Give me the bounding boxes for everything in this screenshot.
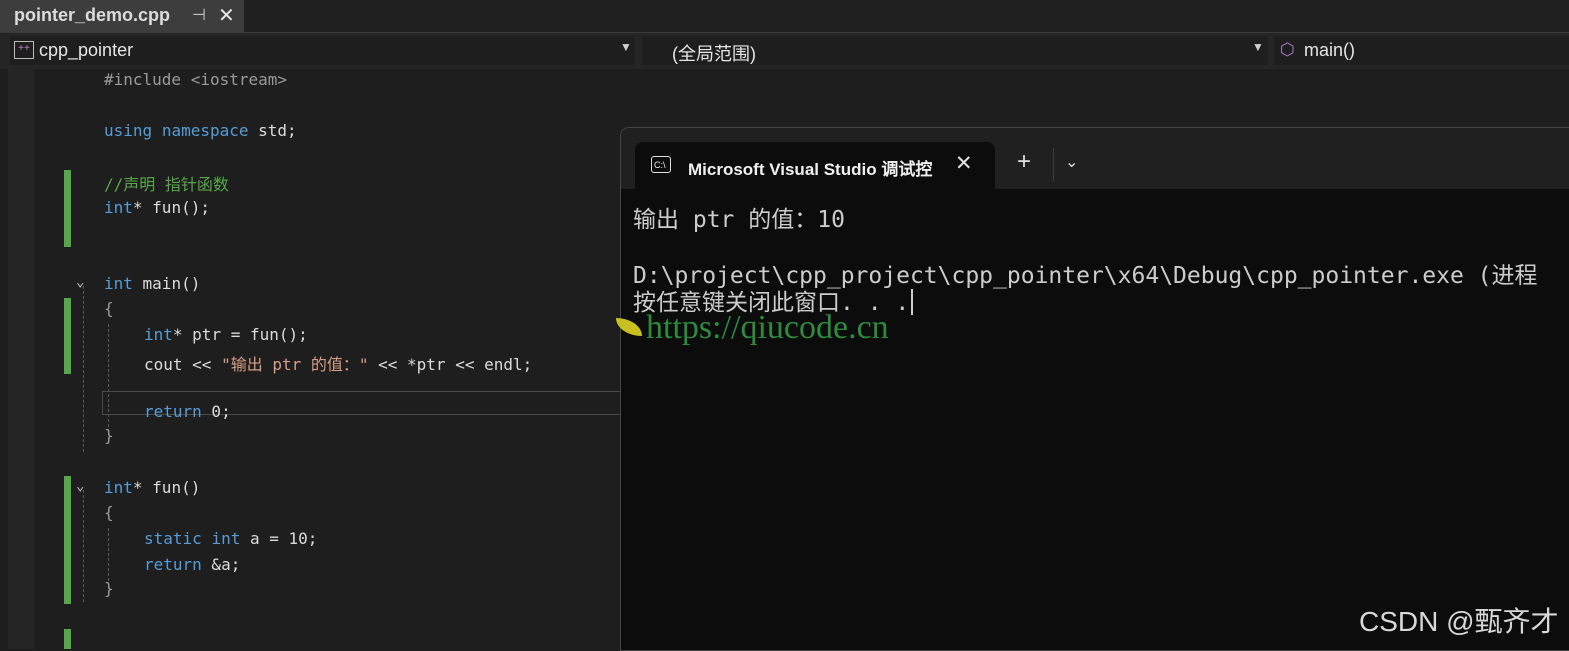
console-output-line: 输出 ptr 的值：10 — [633, 207, 845, 233]
scope-dropdown[interactable]: (全局范围) ▼ — [642, 36, 1268, 65]
close-icon[interactable]: ✕ — [955, 151, 973, 176]
cube-icon: ⬡ — [1280, 40, 1295, 59]
project-label: cpp_pointer — [39, 40, 134, 60]
code-line: #include <iostream> — [104, 70, 288, 89]
code-line: using namespace std; — [104, 121, 297, 140]
code-line: return 0; — [144, 402, 231, 421]
indent-guide — [108, 528, 109, 586]
code-line: int main() — [104, 274, 201, 293]
change-indicator — [64, 170, 71, 247]
change-indicator — [64, 476, 71, 604]
project-dropdown[interactable]: ++ cpp_pointer ▼ — [10, 36, 634, 65]
chevron-down-icon: ▼ — [1252, 40, 1264, 54]
member-dropdown[interactable]: ⬡ main() — [1274, 36, 1569, 65]
file-tab-pointer-demo[interactable]: pointer_demo.cpp ⊣ ✕ — [0, 0, 244, 32]
code-line: int* fun(); — [104, 198, 210, 217]
console-tab-strip: C:\ Microsoft Visual Studio 调试控 ✕ + ⌄ — [621, 128, 1569, 189]
scope-label: (全局范围) — [672, 44, 756, 64]
code-line: int* ptr = fun(); — [144, 325, 308, 344]
terminal-icon: C:\ — [651, 156, 671, 173]
fold-guide — [83, 490, 84, 602]
code-line: cout << "输出 ptr 的值：" << *ptr << endl; — [144, 355, 533, 374]
code-line: return &a; — [144, 555, 241, 574]
change-indicator — [64, 298, 71, 374]
change-indicator — [64, 629, 71, 649]
code-editor[interactable]: ⌄ ⌄ #include <iostream> using namespace … — [0, 68, 621, 649]
watermark-url: https://qiucode.cn — [646, 309, 889, 346]
file-tab-label: pointer_demo.cpp — [14, 5, 171, 25]
chevron-down-icon: ▼ — [620, 40, 632, 54]
code-comment: //声明 指针函数 — [104, 175, 229, 194]
text-cursor — [911, 289, 914, 315]
close-icon[interactable]: ✕ — [218, 3, 235, 28]
csdn-watermark: CSDN @甄齐才 — [1359, 606, 1559, 637]
chevron-down-icon[interactable]: ⌄ — [1065, 152, 1078, 172]
new-tab-icon[interactable]: + — [1017, 148, 1031, 176]
pin-icon[interactable]: ⊣ — [192, 5, 206, 25]
code-line: } — [104, 579, 114, 598]
fold-guide — [83, 286, 84, 452]
code-line: { — [104, 503, 114, 522]
code-line: int* fun() — [104, 478, 201, 497]
code-line: { — [104, 299, 114, 318]
code-line: static int a = 10; — [144, 529, 318, 548]
navigation-bar: ++ cpp_pointer ▼ (全局范围) ▼ ⬡ main() — [0, 32, 1569, 69]
code-line: } — [104, 426, 114, 445]
divider — [1053, 148, 1054, 182]
member-label: main() — [1304, 40, 1356, 60]
console-tab-title: Microsoft Visual Studio 调试控 — [688, 160, 933, 179]
project-icon: ++ — [14, 41, 34, 59]
debug-console-window[interactable]: C:\ Microsoft Visual Studio 调试控 ✕ + ⌄ 输出… — [620, 127, 1569, 651]
editor-tab-bar: pointer_demo.cpp ⊣ ✕ — [0, 0, 1569, 32]
indent-guide — [108, 324, 109, 432]
console-tab[interactable]: C:\ Microsoft Visual Studio 调试控 ✕ — [635, 142, 995, 189]
